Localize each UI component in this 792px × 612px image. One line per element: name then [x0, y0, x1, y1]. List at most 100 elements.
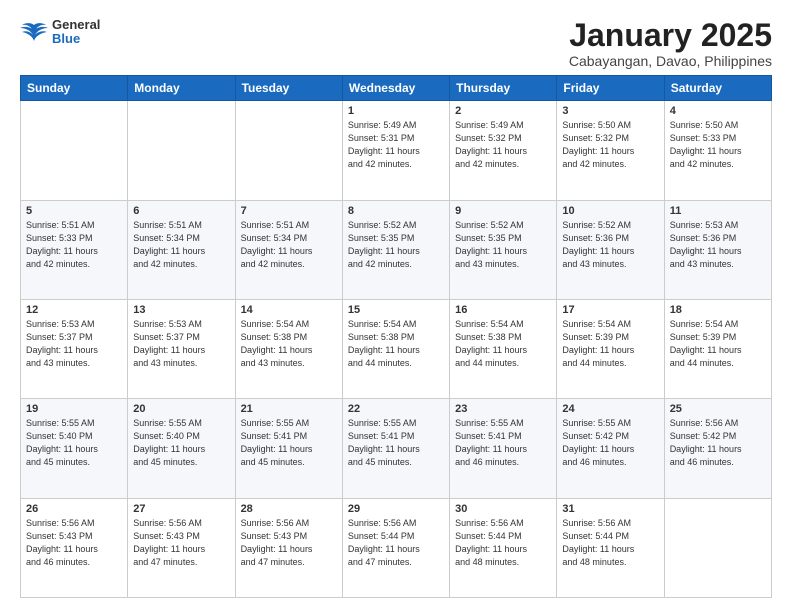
- calendar-cell: 17 Sunrise: 5:54 AM Sunset: 5:39 PM Dayli…: [557, 299, 664, 398]
- day-number: 5: [26, 205, 122, 217]
- calendar-header-sunday: Sunday: [21, 76, 128, 101]
- logo-bird-icon: [20, 21, 48, 43]
- day-info: Sunrise: 5:54 AM Sunset: 5:39 PM Dayligh…: [670, 318, 766, 370]
- day-number: 19: [26, 403, 122, 415]
- day-number: 13: [133, 304, 229, 316]
- logo-general-text: General: [52, 18, 100, 32]
- day-info: Sunrise: 5:55 AM Sunset: 5:41 PM Dayligh…: [241, 417, 337, 469]
- day-number: 26: [26, 503, 122, 515]
- calendar-cell: 22 Sunrise: 5:55 AM Sunset: 5:41 PM Dayli…: [342, 399, 449, 498]
- day-number: 22: [348, 403, 444, 415]
- calendar-header-row: SundayMondayTuesdayWednesdayThursdayFrid…: [21, 76, 772, 101]
- calendar-cell: 18 Sunrise: 5:54 AM Sunset: 5:39 PM Dayli…: [664, 299, 771, 398]
- calendar-week-row: 26 Sunrise: 5:56 AM Sunset: 5:43 PM Dayli…: [21, 498, 772, 597]
- calendar-cell: [128, 101, 235, 200]
- header: General Blue January 2025 Cabayangan, Da…: [20, 18, 772, 69]
- calendar-cell: 20Sunrise: 5:55 AM Sunset: 5:40 PM Dayli…: [128, 399, 235, 498]
- calendar-cell: [235, 101, 342, 200]
- calendar-cell: 26 Sunrise: 5:56 AM Sunset: 5:43 PM Dayli…: [21, 498, 128, 597]
- calendar-cell: [664, 498, 771, 597]
- calendar-cell: 1 Sunrise: 5:49 AM Sunset: 5:31 PM Daylig…: [342, 101, 449, 200]
- day-info: Sunrise: 5:55 AM Sunset: 5:41 PM Dayligh…: [455, 417, 551, 469]
- month-title: January 2025: [569, 18, 772, 53]
- day-number: 4: [670, 105, 766, 117]
- calendar-table: SundayMondayTuesdayWednesdayThursdayFrid…: [20, 75, 772, 598]
- calendar-header-friday: Friday: [557, 76, 664, 101]
- calendar-cell: [21, 101, 128, 200]
- day-info: Sunrise: 5:54 AM Sunset: 5:39 PM Dayligh…: [562, 318, 658, 370]
- day-number: 18: [670, 304, 766, 316]
- day-info: Sunrise: 5:55 AM Sunset: 5:40 PM Dayligh…: [133, 417, 229, 469]
- day-number: 28: [241, 503, 337, 515]
- day-number: 24: [562, 403, 658, 415]
- calendar-cell: 23 Sunrise: 5:55 AM Sunset: 5:41 PM Dayli…: [450, 399, 557, 498]
- day-number: 27: [133, 503, 229, 515]
- calendar-cell: 29 Sunrise: 5:56 AM Sunset: 5:44 PM Dayli…: [342, 498, 449, 597]
- calendar-cell: 7 Sunrise: 5:51 AM Sunset: 5:34 PM Daylig…: [235, 200, 342, 299]
- calendar-cell: 30 Sunrise: 5:56 AM Sunset: 5:44 PM Dayli…: [450, 498, 557, 597]
- calendar-header-monday: Monday: [128, 76, 235, 101]
- day-info: Sunrise: 5:54 AM Sunset: 5:38 PM Dayligh…: [348, 318, 444, 370]
- day-number: 21: [241, 403, 337, 415]
- day-info: Sunrise: 5:55 AM Sunset: 5:40 PM Dayligh…: [26, 417, 122, 469]
- day-number: 9: [455, 205, 551, 217]
- title-block: January 2025 Cabayangan, Davao, Philippi…: [569, 18, 772, 69]
- day-info: Sunrise: 5:54 AM Sunset: 5:38 PM Dayligh…: [455, 318, 551, 370]
- day-number: 12: [26, 304, 122, 316]
- calendar-week-row: 5Sunrise: 5:51 AM Sunset: 5:33 PM Daylig…: [21, 200, 772, 299]
- day-number: 1: [348, 105, 444, 117]
- day-number: 25: [670, 403, 766, 415]
- calendar-cell: 24 Sunrise: 5:55 AM Sunset: 5:42 PM Dayli…: [557, 399, 664, 498]
- day-info: Sunrise: 5:52 AM Sunset: 5:36 PM Dayligh…: [562, 219, 658, 271]
- day-info: Sunrise: 5:56 AM Sunset: 5:44 PM Dayligh…: [562, 517, 658, 569]
- day-info: Sunrise: 5:52 AM Sunset: 5:35 PM Dayligh…: [455, 219, 551, 271]
- logo-blue-text: Blue: [52, 32, 100, 46]
- day-info: Sunrise: 5:50 AM Sunset: 5:32 PM Dayligh…: [562, 119, 658, 171]
- day-info: Sunrise: 5:53 AM Sunset: 5:36 PM Dayligh…: [670, 219, 766, 271]
- day-number: 7: [241, 205, 337, 217]
- day-number: 31: [562, 503, 658, 515]
- day-info: Sunrise: 5:52 AM Sunset: 5:35 PM Dayligh…: [348, 219, 444, 271]
- day-info: Sunrise: 5:53 AM Sunset: 5:37 PM Dayligh…: [26, 318, 122, 370]
- calendar-cell: 25 Sunrise: 5:56 AM Sunset: 5:42 PM Dayli…: [664, 399, 771, 498]
- day-number: 2: [455, 105, 551, 117]
- calendar-cell: 28Sunrise: 5:56 AM Sunset: 5:43 PM Dayli…: [235, 498, 342, 597]
- day-info: Sunrise: 5:56 AM Sunset: 5:44 PM Dayligh…: [455, 517, 551, 569]
- calendar-header-thursday: Thursday: [450, 76, 557, 101]
- calendar-cell: 13Sunrise: 5:53 AM Sunset: 5:37 PM Dayli…: [128, 299, 235, 398]
- day-info: Sunrise: 5:51 AM Sunset: 5:34 PM Dayligh…: [241, 219, 337, 271]
- calendar-cell: 4 Sunrise: 5:50 AM Sunset: 5:33 PM Daylig…: [664, 101, 771, 200]
- day-number: 14: [241, 304, 337, 316]
- day-info: Sunrise: 5:56 AM Sunset: 5:44 PM Dayligh…: [348, 517, 444, 569]
- day-info: Sunrise: 5:55 AM Sunset: 5:41 PM Dayligh…: [348, 417, 444, 469]
- day-number: 10: [562, 205, 658, 217]
- logo: General Blue: [20, 18, 100, 47]
- calendar-cell: 8Sunrise: 5:52 AM Sunset: 5:35 PM Daylig…: [342, 200, 449, 299]
- day-info: Sunrise: 5:50 AM Sunset: 5:33 PM Dayligh…: [670, 119, 766, 171]
- calendar-header-wednesday: Wednesday: [342, 76, 449, 101]
- calendar-week-row: 12 Sunrise: 5:53 AM Sunset: 5:37 PM Dayli…: [21, 299, 772, 398]
- day-number: 3: [562, 105, 658, 117]
- calendar-cell: 11Sunrise: 5:53 AM Sunset: 5:36 PM Dayli…: [664, 200, 771, 299]
- day-info: Sunrise: 5:49 AM Sunset: 5:31 PM Dayligh…: [348, 119, 444, 171]
- day-number: 16: [455, 304, 551, 316]
- day-info: Sunrise: 5:56 AM Sunset: 5:43 PM Dayligh…: [133, 517, 229, 569]
- calendar-week-row: 1 Sunrise: 5:49 AM Sunset: 5:31 PM Daylig…: [21, 101, 772, 200]
- calendar-cell: 12 Sunrise: 5:53 AM Sunset: 5:37 PM Dayli…: [21, 299, 128, 398]
- day-number: 17: [562, 304, 658, 316]
- day-number: 29: [348, 503, 444, 515]
- day-info: Sunrise: 5:49 AM Sunset: 5:32 PM Dayligh…: [455, 119, 551, 171]
- day-info: Sunrise: 5:54 AM Sunset: 5:38 PM Dayligh…: [241, 318, 337, 370]
- day-number: 30: [455, 503, 551, 515]
- day-info: Sunrise: 5:56 AM Sunset: 5:42 PM Dayligh…: [670, 417, 766, 469]
- calendar-cell: 9 Sunrise: 5:52 AM Sunset: 5:35 PM Daylig…: [450, 200, 557, 299]
- calendar-cell: 3 Sunrise: 5:50 AM Sunset: 5:32 PM Daylig…: [557, 101, 664, 200]
- calendar-cell: 31 Sunrise: 5:56 AM Sunset: 5:44 PM Dayli…: [557, 498, 664, 597]
- day-number: 23: [455, 403, 551, 415]
- location: Cabayangan, Davao, Philippines: [569, 53, 772, 69]
- day-info: Sunrise: 5:56 AM Sunset: 5:43 PM Dayligh…: [26, 517, 122, 569]
- calendar-cell: 27 Sunrise: 5:56 AM Sunset: 5:43 PM Dayli…: [128, 498, 235, 597]
- day-info: Sunrise: 5:55 AM Sunset: 5:42 PM Dayligh…: [562, 417, 658, 469]
- calendar-cell: 21 Sunrise: 5:55 AM Sunset: 5:41 PM Dayli…: [235, 399, 342, 498]
- calendar-cell: 5Sunrise: 5:51 AM Sunset: 5:33 PM Daylig…: [21, 200, 128, 299]
